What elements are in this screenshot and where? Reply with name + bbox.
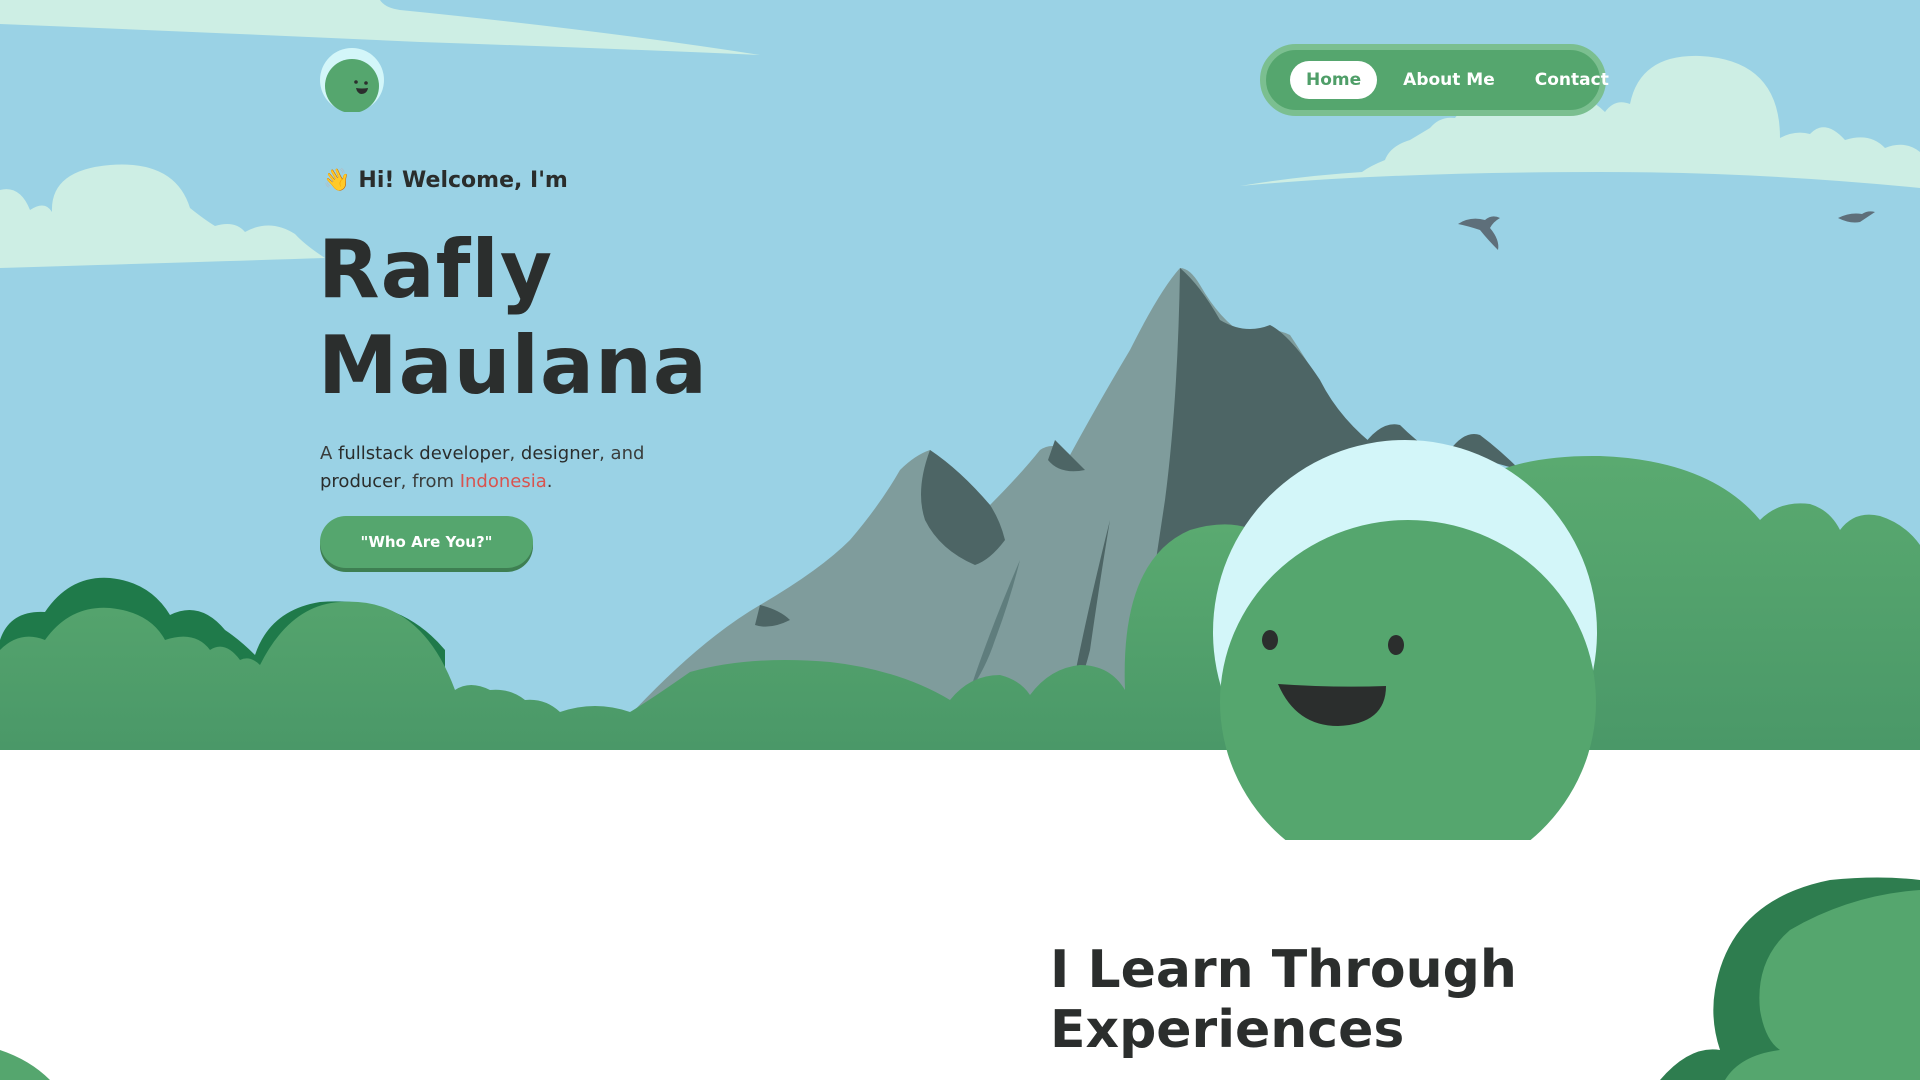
nav-contact-link[interactable]: Contact — [1521, 61, 1623, 99]
desc-text: , — [509, 443, 521, 464]
main-nav: Home About Me Contact — [1260, 44, 1609, 116]
page: Home About Me Contact 👋 Hi! Welcome, I'm… — [0, 0, 1920, 1080]
site-logo[interactable] — [320, 48, 384, 113]
name-first: Rafly — [318, 223, 553, 316]
smiley-blob-icon — [320, 48, 384, 113]
bush-bottom-right — [1660, 877, 1920, 1080]
desc-text: , from — [400, 471, 460, 492]
desc-text: A — [320, 443, 339, 464]
desc-role-designer: designer — [520, 443, 600, 464]
section-title-line1: I Learn Through — [1050, 940, 1517, 1000]
who-are-you-button[interactable]: "Who Are You?" — [320, 516, 533, 568]
desc-role-fullstack: fullstack developer — [338, 443, 510, 464]
nav-home-link[interactable]: Home — [1290, 61, 1378, 99]
bush-bottom-left — [0, 1050, 50, 1080]
hero-name: Rafly Maulana — [318, 222, 708, 414]
hero-description: A fullstack developer, designer, and pro… — [320, 440, 720, 496]
hero-landscape-illustration — [0, 0, 1920, 750]
cloud-top-left — [0, 0, 760, 55]
section-title: I Learn Through Experiences — [1050, 940, 1517, 1060]
greeting-text: Hi! Welcome, I'm — [358, 168, 568, 193]
greeting: 👋 Hi! Welcome, I'm — [323, 168, 568, 193]
desc-text: . — [546, 471, 553, 492]
section-title-line2: Experiences — [1050, 1000, 1405, 1060]
mascot-smiley — [1213, 440, 1597, 840]
desc-text: , and — [599, 443, 645, 464]
bird-icon — [1458, 211, 1875, 250]
cloud-left — [0, 164, 325, 268]
name-last: Maulana — [318, 319, 708, 412]
hero-section: Home About Me Contact 👋 Hi! Welcome, I'm… — [0, 0, 1920, 750]
desc-country: Indonesia — [459, 471, 547, 492]
desc-role-producer: producer — [320, 471, 401, 492]
bottom-decoration — [0, 877, 1920, 1080]
nav-about-link[interactable]: About Me — [1389, 61, 1509, 99]
waving-hand-icon: 👋 — [323, 168, 351, 193]
